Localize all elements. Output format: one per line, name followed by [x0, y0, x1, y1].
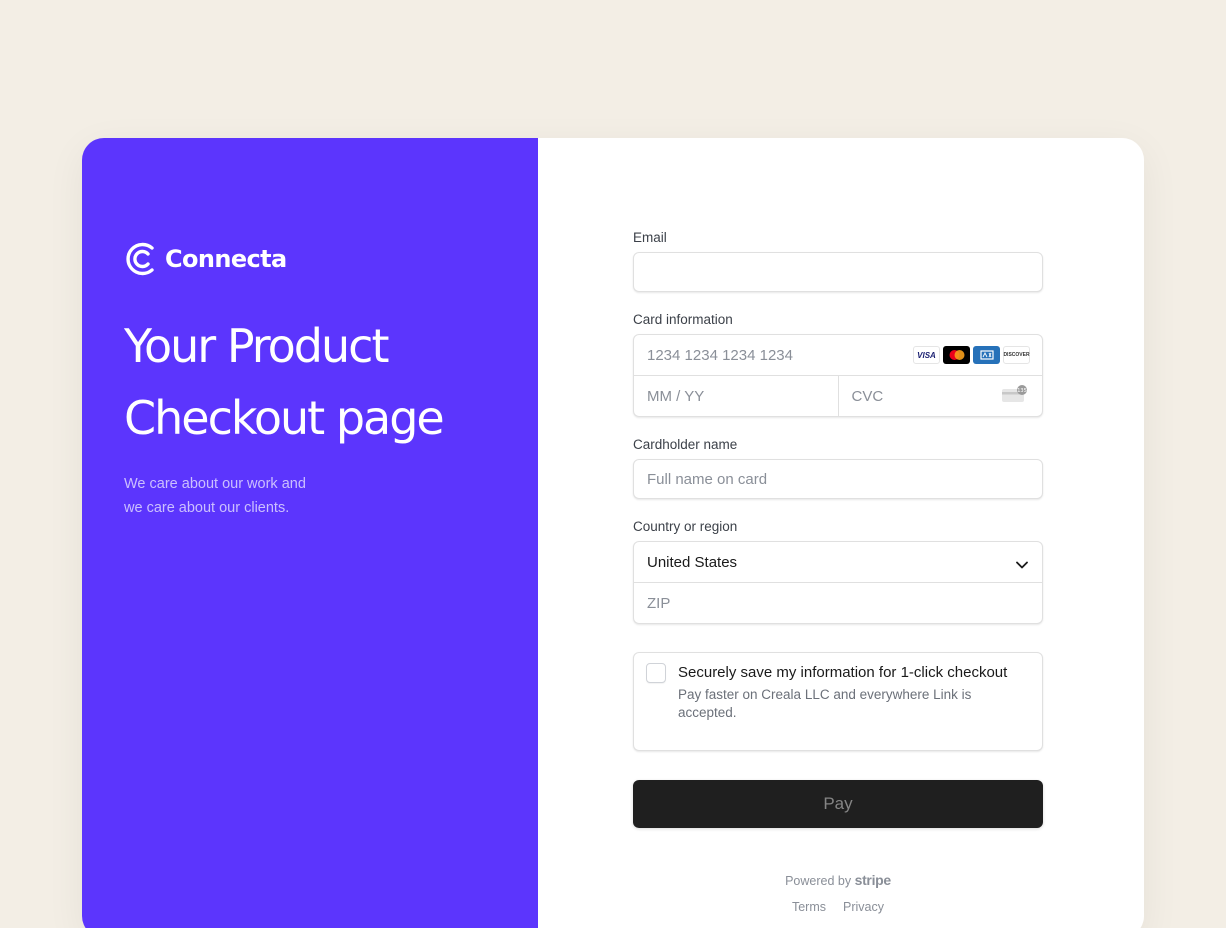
- cardholder-section: Cardholder name Full name on card: [633, 437, 1043, 499]
- cvc-card-icon: 135: [1002, 385, 1028, 407]
- amex-icon: [973, 346, 1000, 364]
- card-section: Card information 1234 1234 1234 1234 VIS…: [633, 312, 1043, 417]
- svg-text:135: 135: [1017, 388, 1027, 394]
- payment-form: Email Card information 1234 1234 1234 12…: [633, 230, 1043, 914]
- card-cvc-field[interactable]: CVC 135: [837, 376, 1043, 416]
- discover-icon: DISCOVER: [1003, 346, 1030, 364]
- card-number-placeholder: 1234 1234 1234 1234: [647, 346, 793, 364]
- country-selected-value: United States: [647, 553, 738, 571]
- visa-icon: VISA: [913, 346, 940, 364]
- footer-links: Terms Privacy: [633, 900, 1043, 914]
- cardholder-placeholder: Full name on card: [647, 470, 768, 488]
- powered-by-text: Powered by: [785, 874, 852, 888]
- stripe-logo: stripe: [854, 872, 892, 888]
- checkout-card: Connecta Your Product Checkout page We c…: [82, 138, 1144, 928]
- save-info-description: Pay faster on Creala LLC and everywhere …: [678, 687, 972, 720]
- save-info-checkbox[interactable]: [646, 663, 666, 683]
- card-number-field[interactable]: 1234 1234 1234 1234 VISA DISCOVER: [634, 335, 1042, 375]
- page-headline: Your Product Checkout page: [124, 310, 524, 454]
- cardholder-name-field[interactable]: Full name on card: [633, 459, 1043, 499]
- tagline-line-1: We care about our work and: [124, 476, 306, 492]
- card-info-label: Card information: [633, 312, 733, 327]
- email-field[interactable]: [633, 252, 1043, 292]
- cardholder-label: Cardholder name: [633, 437, 738, 452]
- save-info-option[interactable]: Securely save my information for 1-click…: [633, 652, 1043, 751]
- chevron-down-icon: [1016, 556, 1028, 573]
- country-label: Country or region: [633, 519, 738, 534]
- headline-line-1: Your Product: [124, 319, 389, 373]
- save-info-title: Securely save my information for 1-click…: [678, 664, 1008, 681]
- mastercard-icon: [943, 346, 970, 364]
- tagline: We care about our work and we care about…: [124, 472, 384, 520]
- footer: Powered by stripe Terms Privacy: [633, 872, 1043, 914]
- pay-button[interactable]: Pay: [633, 780, 1043, 828]
- country-zip-group: United States ZIP: [633, 541, 1043, 624]
- card-expiry-cvc-row: MM / YY CVC 135: [634, 375, 1042, 416]
- connecta-logo-icon: [125, 241, 157, 277]
- powered-by: Powered by stripe: [633, 872, 1043, 888]
- brand-name: Connecta: [165, 245, 287, 273]
- email-label: Email: [633, 230, 667, 245]
- tagline-line-2: we care about our clients.: [124, 500, 290, 516]
- card-info-group: 1234 1234 1234 1234 VISA DISCOVER MM / Y…: [633, 334, 1043, 417]
- brand-logo: Connecta: [125, 241, 287, 277]
- brand-panel: Connecta Your Product Checkout page We c…: [82, 138, 538, 928]
- country-section: Country or region United States ZIP: [633, 519, 1043, 624]
- privacy-link[interactable]: Privacy: [843, 900, 884, 914]
- terms-link[interactable]: Terms: [792, 900, 826, 914]
- zip-placeholder: ZIP: [647, 594, 671, 612]
- headline-line-2: Checkout page: [124, 391, 445, 445]
- country-select[interactable]: United States: [634, 542, 1042, 582]
- card-cvc-placeholder: CVC: [851, 387, 884, 405]
- card-expiry-field[interactable]: MM / YY: [634, 376, 838, 416]
- payment-panel: Email Card information 1234 1234 1234 12…: [538, 138, 1144, 928]
- zip-field[interactable]: ZIP: [634, 583, 1042, 623]
- card-brands: VISA DISCOVER: [913, 346, 1030, 364]
- card-expiry-placeholder: MM / YY: [647, 387, 705, 405]
- email-section: Email: [633, 230, 1043, 292]
